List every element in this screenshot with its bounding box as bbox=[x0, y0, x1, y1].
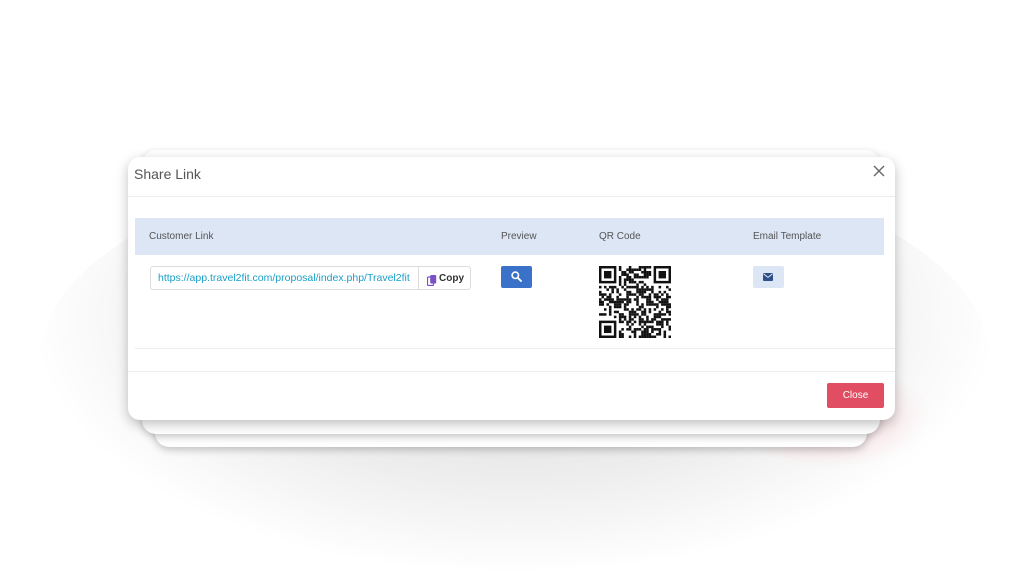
table-header: Customer Link Preview QR Code Email Temp… bbox=[135, 218, 884, 255]
row-divider bbox=[135, 348, 895, 349]
copy-button[interactable]: Copy bbox=[418, 266, 471, 290]
share-link-modal: Share Link Customer Link Preview QR Code… bbox=[128, 157, 895, 420]
customer-link-group: Copy bbox=[150, 266, 471, 290]
copy-label: Copy bbox=[439, 273, 464, 284]
qr-code-icon bbox=[599, 266, 672, 339]
footer-divider bbox=[128, 371, 895, 372]
close-x-icon[interactable] bbox=[871, 163, 887, 179]
preview-button[interactable] bbox=[501, 266, 532, 288]
screen: Share Link Customer Link Preview QR Code… bbox=[0, 0, 1024, 576]
modal-header: Share Link bbox=[128, 157, 895, 197]
close-button[interactable]: Close bbox=[827, 383, 884, 408]
envelope-icon bbox=[763, 273, 773, 281]
header-email-template: Email Template bbox=[753, 231, 822, 242]
header-customer-link: Customer Link bbox=[149, 231, 214, 242]
email-template-button[interactable] bbox=[753, 266, 784, 288]
modal-title: Share Link bbox=[134, 166, 201, 182]
search-icon bbox=[511, 271, 522, 282]
header-qr-code: QR Code bbox=[599, 231, 641, 242]
customer-link-input[interactable] bbox=[151, 267, 418, 289]
header-preview: Preview bbox=[501, 231, 537, 242]
copy-icon bbox=[426, 273, 437, 287]
